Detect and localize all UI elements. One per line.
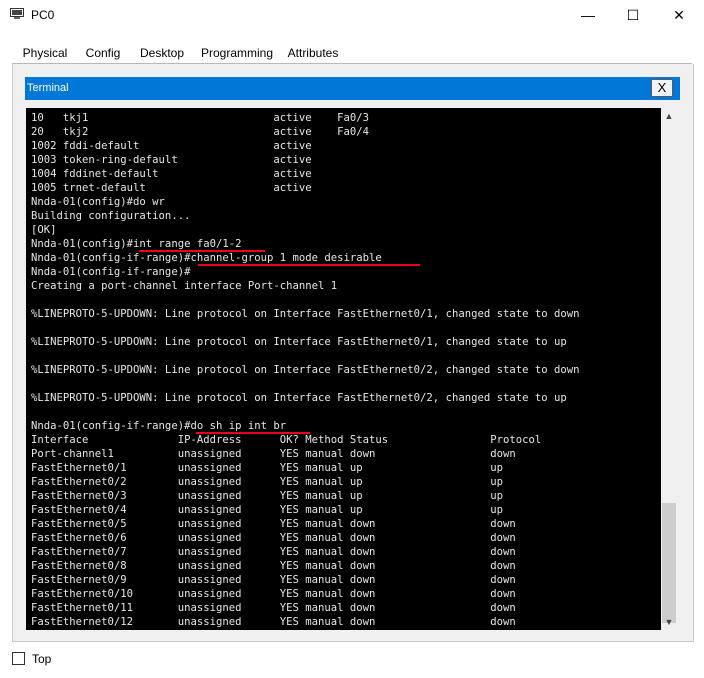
terminal-line: FastEthernet0/11 unassigned YES manual d… [31,602,516,614]
terminal-scrollbar[interactable]: ▲ ▼ [661,108,677,630]
terminal-line: 20 tkj2 active Fa0/4 [31,126,370,138]
terminal-line: 10 tkj1 active Fa0/3 [31,112,370,124]
terminal-line: [OK] [31,224,57,236]
tab-attributes[interactable]: Attributes [282,44,344,64]
scroll-down-arrow-icon[interactable]: ▼ [661,614,677,630]
terminal-line: Nnda-01(config-if-range)#channel-group 1… [31,251,580,266]
terminal-line: FastEthernet0/3 unassigned YES manual up… [31,490,503,502]
tab-programming[interactable]: Programming [200,44,274,64]
terminal-line: FastEthernet0/1 unassigned YES manual up… [31,462,503,474]
terminal-line: 1004 fddinet-default active [31,168,312,180]
terminal-line: Nnda-01(config)#int range fa0/1-2 [31,237,580,252]
terminal-line: %LINEPROTO-5-UPDOWN: Line protocol on In… [31,336,567,348]
minimize-button[interactable]: — [565,0,611,30]
terminal-line: Creating a port-channel interface Port-c… [31,280,338,292]
tab-physical[interactable]: Physical [16,44,74,64]
window-title: PC0 [31,8,55,22]
terminal-output[interactable]: 10 tkj1 active Fa0/3 20 tkj2 active Fa0/4… [26,108,661,630]
terminal-line: FastEthernet0/2 unassigned YES manual up… [31,476,503,488]
terminal-line: %LINEPROTO-5-UPDOWN: Line protocol on In… [31,392,567,404]
terminal-line: Nnda-01(config-if-range)# [31,266,191,278]
terminal-text: 10 tkj1 active Fa0/3 20 tkj2 active Fa0/4… [31,111,580,629]
terminal-line: Interface IP-Address OK? Method Status P… [31,434,542,446]
terminal-header [25,77,680,100]
terminal-line: Nnda-01(config-if-range)#do sh ip int br [31,419,580,434]
terminal-line: FastEthernet0/9 unassigned YES manual do… [31,574,516,586]
top-checkbox-label: Top [32,652,52,666]
tab-config[interactable]: Config [82,44,124,64]
window-titlebar: PC0 — ☐ ✕ [0,0,704,30]
terminal-line: Building configuration... [31,210,191,222]
terminal-line: %LINEPROTO-5-UPDOWN: Line protocol on In… [31,308,580,320]
terminal-line: Port-channel1 unassigned YES manual down… [31,448,516,460]
close-window-button[interactable]: ✕ [656,0,702,30]
terminal-line: FastEthernet0/7 unassigned YES manual do… [31,546,516,558]
scroll-up-arrow-icon[interactable]: ▲ [661,108,677,124]
terminal-line: Nnda-01(config)#do wr [31,196,165,208]
terminal-title: Terminal [27,82,69,94]
pc-app-icon [10,8,24,19]
terminal-line: FastEthernet0/5 unassigned YES manual do… [31,518,516,530]
terminal-close-button[interactable]: X [651,79,673,97]
maximize-button[interactable]: ☐ [610,0,656,30]
terminal-line: %LINEPROTO-5-UPDOWN: Line protocol on In… [31,364,580,376]
terminal-line: FastEthernet0/6 unassigned YES manual do… [31,532,516,544]
terminal-line: 1003 token-ring-default active [31,154,312,166]
scrollbar-thumb[interactable] [662,503,676,623]
terminal-line: FastEthernet0/4 unassigned YES manual up… [31,504,503,516]
terminal-line: FastEthernet0/8 unassigned YES manual do… [31,560,516,572]
terminal-line: FastEthernet0/12 unassigned YES manual d… [31,616,516,628]
terminal-line: FastEthernet0/10 unassigned YES manual d… [31,588,516,600]
terminal-line: 1005 trnet-default active [31,182,312,194]
terminal-line: 1002 fddi-default active [31,140,312,152]
top-checkbox[interactable] [12,652,25,665]
